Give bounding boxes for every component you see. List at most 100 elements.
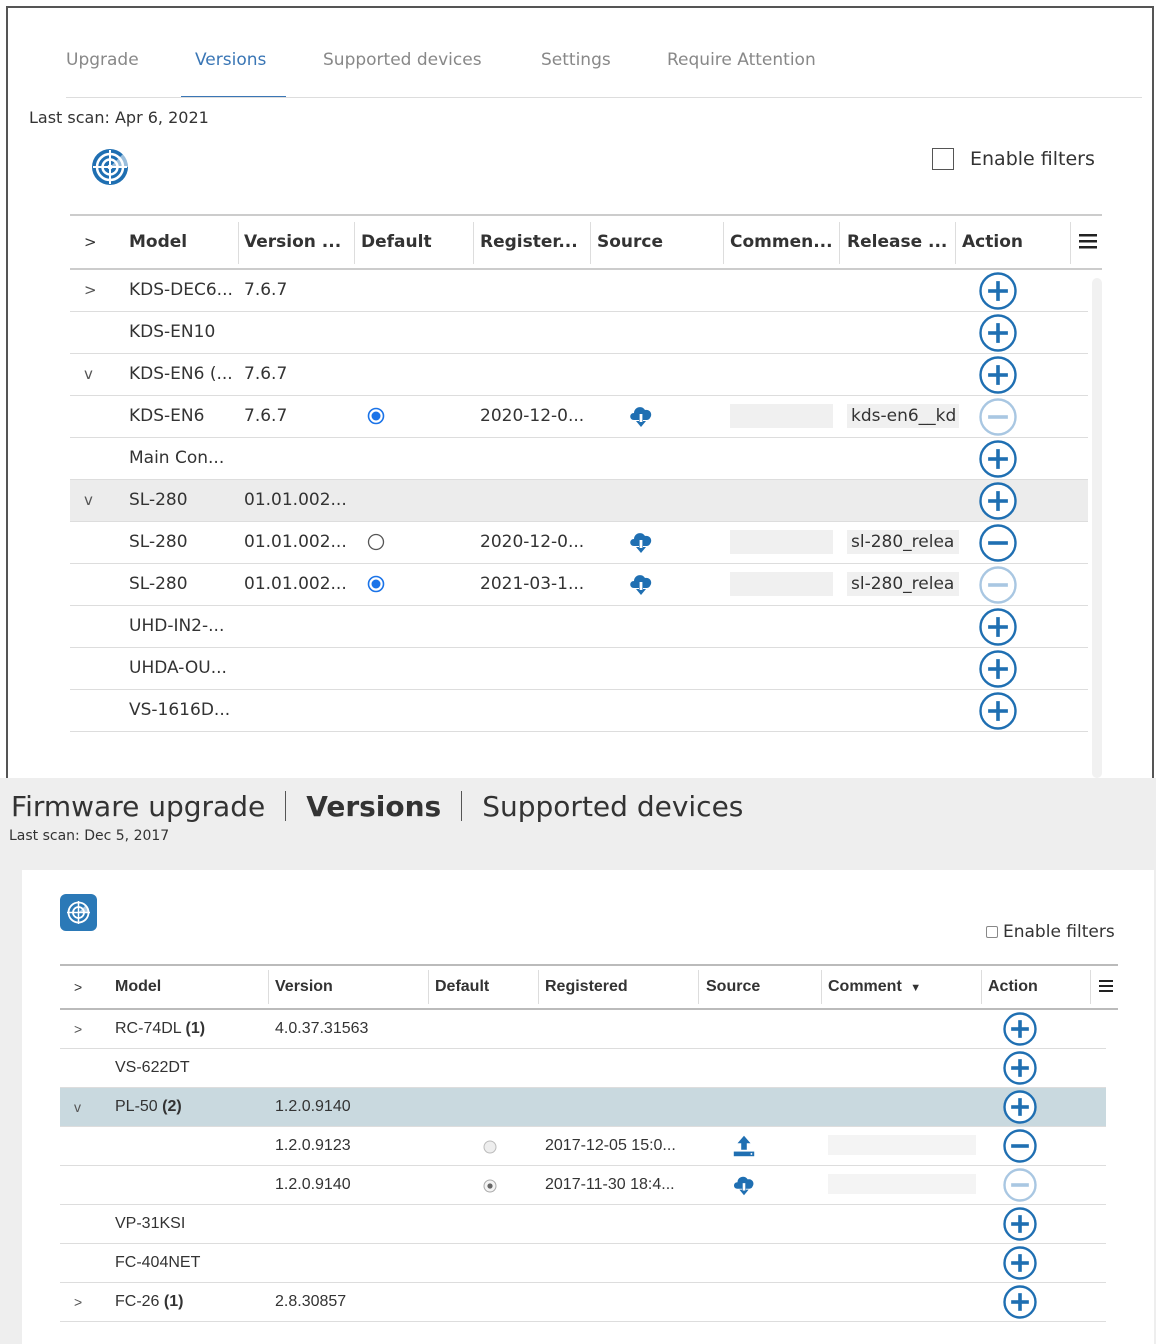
col-action[interactable]: Action: [962, 216, 1023, 268]
expand-all-caret-icon[interactable]: >: [74, 966, 82, 1008]
table-row[interactable]: KDS-EN10: [70, 312, 1088, 354]
comment-field[interactable]: [828, 1135, 976, 1155]
radar-icon[interactable]: [60, 894, 97, 931]
table-row[interactable]: v PL-50 (2) 1.2.0.9140: [60, 1088, 1106, 1127]
enable-filters-checkbox[interactable]: [986, 926, 998, 938]
col-source[interactable]: Source: [706, 966, 760, 1008]
vertical-scrollbar[interactable]: [1092, 278, 1102, 778]
table-row[interactable]: KDS-EN6 7.6.7 2020-12-0... kds-en6__kd: [70, 396, 1088, 438]
model-cell: Main Con...: [129, 448, 225, 468]
table-row[interactable]: SL-280 01.01.002... 2021-03-1... sl-280_rel…: [70, 564, 1088, 606]
add-version-button[interactable]: [979, 482, 1017, 520]
col-comment[interactable]: Commen...: [730, 216, 834, 268]
col-default[interactable]: Default: [361, 216, 432, 268]
col-version[interactable]: Version ...: [244, 216, 344, 268]
table-row[interactable]: 1.2.0.9123 2017-12-05 15:0...: [60, 1127, 1106, 1166]
hamburger-menu-icon[interactable]: [1098, 978, 1114, 996]
add-version-button[interactable]: [979, 692, 1017, 730]
model-cell: KDS-EN10: [129, 322, 216, 342]
nav-supported-devices[interactable]: Supported devices: [482, 790, 743, 823]
add-version-button[interactable]: [979, 440, 1017, 478]
col-version[interactable]: Version: [275, 966, 333, 1008]
add-version-button[interactable]: [979, 608, 1017, 646]
table-row[interactable]: > FC-26 (1) 2.8.30857: [60, 1283, 1106, 1322]
add-version-button[interactable]: [1003, 1012, 1037, 1046]
enable-filters-checkbox[interactable]: [932, 148, 954, 170]
nav-versions[interactable]: Versions: [306, 790, 441, 823]
add-version-button[interactable]: [979, 272, 1017, 310]
chevron-right-icon[interactable]: >: [84, 270, 97, 311]
comment-field[interactable]: [828, 1174, 976, 1194]
add-version-button[interactable]: [1003, 1285, 1037, 1319]
default-radio[interactable]: [483, 1140, 497, 1154]
add-version-button[interactable]: [979, 314, 1017, 352]
tab-supported-devices[interactable]: Supported devices: [323, 48, 482, 98]
tab-upgrade[interactable]: Upgrade: [66, 48, 139, 98]
table-row[interactable]: FC-404NET: [60, 1244, 1106, 1283]
col-model[interactable]: Model: [115, 966, 161, 1008]
default-radio[interactable]: [367, 407, 385, 427]
table-row[interactable]: UHD-IN2-...: [70, 606, 1088, 648]
chevron-right-icon[interactable]: >: [74, 1283, 82, 1321]
registered-cell: [480, 480, 588, 521]
add-version-button[interactable]: [1003, 1207, 1037, 1241]
table-row[interactable]: > KDS-DEC6... 7.6.7: [70, 270, 1088, 312]
hamburger-menu-icon[interactable]: [1078, 231, 1098, 253]
chevron-down-icon[interactable]: v: [84, 354, 93, 395]
expand-all-caret-icon[interactable]: >: [84, 216, 97, 268]
table-row[interactable]: VS-1616D...: [70, 690, 1088, 732]
table-row[interactable]: v KDS-EN6 (... 7.6.7: [70, 354, 1088, 396]
caret-down-icon[interactable]: ▼: [910, 982, 921, 994]
nav-firmware-upgrade[interactable]: Firmware upgrade: [11, 790, 265, 823]
col-comment[interactable]: Comment ▼: [828, 966, 921, 1008]
comment-field[interactable]: [730, 530, 833, 554]
add-version-button[interactable]: [1003, 1246, 1037, 1280]
version-cell: 1.2.0.9140: [275, 1176, 351, 1193]
col-default[interactable]: Default: [435, 966, 489, 1008]
radar-icon[interactable]: [90, 147, 130, 187]
col-action[interactable]: Action: [988, 966, 1038, 1008]
table-row[interactable]: SL-280 01.01.002... 2020-12-0... sl-280_rel…: [70, 522, 1088, 564]
table-row[interactable]: > RC-74DL (1) 4.0.37.31563: [60, 1010, 1106, 1049]
remove-version-button[interactable]: [1003, 1168, 1037, 1202]
model-cell: KDS-DEC6...: [129, 280, 233, 300]
col-release[interactable]: Release ...: [847, 216, 951, 268]
table-row[interactable]: v SL-280 01.01.002...: [70, 480, 1088, 522]
registered-cell: 2021-03-1...: [480, 574, 585, 594]
add-version-button[interactable]: [1003, 1090, 1037, 1124]
add-version-button[interactable]: [979, 650, 1017, 688]
table-row[interactable]: 1.2.0.9140 2017-11-30 18:4...: [60, 1166, 1106, 1205]
enable-filters[interactable]: Enable filters: [932, 148, 1095, 170]
chevron-right-icon[interactable]: >: [74, 1010, 82, 1048]
tab-versions[interactable]: Versions: [180, 48, 287, 98]
col-registered[interactable]: Register...: [480, 216, 584, 268]
version-cell: [244, 648, 352, 689]
table-row[interactable]: UHDA-OU...: [70, 648, 1088, 690]
enable-filters[interactable]: Enable filters: [986, 922, 1115, 942]
table-row[interactable]: Main Con...: [70, 438, 1088, 480]
remove-version-button[interactable]: [979, 566, 1017, 604]
add-version-button[interactable]: [979, 356, 1017, 394]
tab-settings[interactable]: Settings: [541, 48, 611, 98]
version-cell: 01.01.002...: [244, 574, 347, 594]
model-name: PL-50: [115, 1098, 158, 1115]
registered-cell: [480, 648, 588, 689]
remove-version-button[interactable]: [979, 524, 1017, 562]
remove-version-button[interactable]: [979, 398, 1017, 436]
table-row[interactable]: VP-31KSI: [60, 1205, 1106, 1244]
comment-field[interactable]: [730, 404, 833, 428]
col-model[interactable]: Model: [129, 216, 187, 268]
remove-version-button[interactable]: [1003, 1129, 1037, 1163]
default-radio[interactable]: [367, 533, 385, 553]
comment-field[interactable]: [730, 572, 833, 596]
add-version-button[interactable]: [1003, 1051, 1037, 1085]
chevron-down-icon[interactable]: v: [84, 480, 93, 521]
tab-require-attention[interactable]: Require Attention: [667, 48, 816, 98]
col-registered[interactable]: Registered: [545, 966, 628, 1008]
bottom-panel: Firmware upgrade Versions Supported device…: [0, 778, 1156, 1344]
col-source[interactable]: Source: [597, 216, 663, 268]
default-radio[interactable]: [367, 575, 385, 595]
default-radio[interactable]: [483, 1179, 497, 1193]
table-row[interactable]: VS-622DT: [60, 1049, 1106, 1088]
chevron-down-icon[interactable]: v: [74, 1088, 81, 1126]
